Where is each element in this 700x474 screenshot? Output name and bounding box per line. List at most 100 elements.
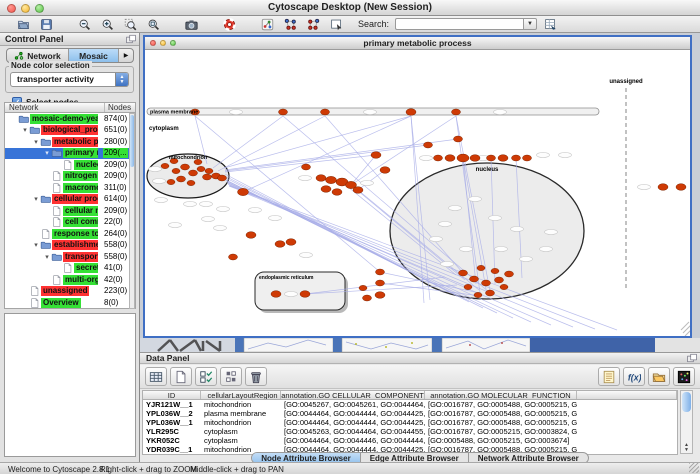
graph-node[interactable] xyxy=(246,232,256,239)
minimize-window-button[interactable] xyxy=(21,4,30,13)
table-scrollbar[interactable]: ▲▼ xyxy=(680,390,693,454)
tree-row[interactable]: ▾cellular process614(0) xyxy=(5,194,135,206)
graph-node[interactable] xyxy=(353,187,363,194)
graph-node[interactable] xyxy=(167,179,175,184)
graph-node[interactable] xyxy=(371,152,381,159)
graph-node[interactable] xyxy=(498,155,508,162)
graph-node[interactable] xyxy=(445,155,455,162)
tree-expander-icon[interactable]: ▾ xyxy=(43,149,51,157)
graph-node[interactable] xyxy=(500,284,508,289)
graph-node[interactable] xyxy=(454,136,463,142)
graph-node[interactable] xyxy=(523,155,532,161)
column-header[interactable]: _cellularLayoutRegion xyxy=(201,391,281,399)
tree-row[interactable]: multi-organism pro42(0) xyxy=(5,274,135,286)
graph-node[interactable] xyxy=(487,155,496,161)
graph-node[interactable] xyxy=(434,155,443,161)
graph-node[interactable] xyxy=(477,265,485,270)
table-row[interactable]: YKR052Ccytoplasm[GO:0044464, GO:0044446,… xyxy=(143,436,677,445)
attribute-notes-button[interactable] xyxy=(598,367,620,386)
graph-node[interactable] xyxy=(275,241,285,248)
unselect-attributes-button[interactable] xyxy=(220,367,242,386)
tree-scrollbar[interactable] xyxy=(129,113,135,309)
graph-node[interactable] xyxy=(470,155,480,162)
graph-node[interactable] xyxy=(658,184,668,191)
tree-row[interactable]: ▾establishment of loc558(0) xyxy=(5,240,135,252)
column-header[interactable]: annotation.GO MOLECULAR_FUNCTION xyxy=(425,391,577,399)
graph-node[interactable] xyxy=(203,174,212,180)
graph-node[interactable] xyxy=(363,295,372,301)
search-dropdown-button[interactable]: ▼ xyxy=(523,18,537,30)
zoom-in-button[interactable] xyxy=(98,17,117,32)
graph-node[interactable] xyxy=(229,254,238,260)
import-table-button[interactable] xyxy=(541,17,560,32)
graph-node[interactable] xyxy=(380,167,390,174)
table-row[interactable]: YJR121W__1mitochondrion[GO:0045267, GO:0… xyxy=(143,400,677,409)
graph-node[interactable] xyxy=(406,109,416,116)
open-session-button[interactable] xyxy=(14,17,33,32)
import-attributes-button[interactable] xyxy=(648,367,670,386)
inner-minimize-button[interactable] xyxy=(160,40,166,46)
graph-node[interactable] xyxy=(197,166,205,171)
layout-nodes-button[interactable] xyxy=(281,17,300,32)
network-view-titlebar[interactable]: primary metabolic process xyxy=(145,37,690,50)
graph-node[interactable] xyxy=(189,170,198,176)
graph-node[interactable] xyxy=(375,292,385,299)
float-panel-icon[interactable] xyxy=(126,34,136,44)
tree-row[interactable]: nucleobase-cont209(0) xyxy=(5,159,135,171)
birds-eye-view[interactable] xyxy=(4,313,136,457)
graph-node[interactable] xyxy=(376,280,385,286)
graph-node[interactable] xyxy=(321,109,330,115)
new-attribute-button[interactable] xyxy=(170,367,192,386)
graph-node[interactable] xyxy=(491,268,499,273)
table-row[interactable]: YPL036W__2plasma membrane[GO:0044464, GO… xyxy=(143,409,677,418)
attribute-table-button[interactable] xyxy=(145,367,167,386)
float-data-panel-icon[interactable] xyxy=(687,353,697,363)
snapshot-button[interactable] xyxy=(182,17,201,32)
graph-node[interactable] xyxy=(512,155,521,161)
table-row[interactable]: YPL036W__1mitochondrion[GO:0044464, GO:0… xyxy=(143,418,677,427)
graph-node[interactable] xyxy=(376,269,385,275)
tree-expander-icon[interactable]: ▾ xyxy=(21,126,29,134)
graph-node[interactable] xyxy=(172,168,180,173)
graph-node[interactable] xyxy=(459,270,468,276)
graph-node[interactable] xyxy=(482,280,491,286)
tree-row[interactable]: response to stimulu264(0) xyxy=(5,228,135,240)
graph-node[interactable] xyxy=(286,239,296,246)
tree-scrollbar-thumb[interactable] xyxy=(130,115,134,167)
column-header[interactable]: annotation.GO CELLULAR_COMPONENT xyxy=(281,391,425,399)
column-header[interactable]: ID xyxy=(143,391,201,399)
graph-node[interactable] xyxy=(359,285,367,290)
graph-node[interactable] xyxy=(279,109,288,115)
attribute-function-button[interactable]: f(x) xyxy=(623,367,645,386)
tree-row[interactable]: ▾primary metabolic proc209(... xyxy=(5,148,135,160)
tree-row[interactable]: macromolecule311(0) xyxy=(5,182,135,194)
select-attributes-button[interactable] xyxy=(195,367,217,386)
tree-expander-icon[interactable]: ▾ xyxy=(32,195,40,203)
search-input[interactable] xyxy=(395,18,523,30)
zoom-out-button[interactable] xyxy=(75,17,94,32)
zoom-window-button[interactable] xyxy=(35,4,44,13)
layout-edges-button[interactable] xyxy=(304,17,323,32)
graph-node[interactable] xyxy=(470,276,479,282)
graph-node[interactable] xyxy=(326,176,337,183)
resize-grip[interactable] xyxy=(689,463,699,473)
graph-node[interactable] xyxy=(177,176,186,182)
graph-node[interactable] xyxy=(181,164,190,170)
close-window-button[interactable] xyxy=(7,4,16,13)
help-button[interactable] xyxy=(220,17,239,32)
tree-row[interactable]: unassigned223(0) xyxy=(5,286,135,298)
zoom-fit-button[interactable] xyxy=(144,17,163,32)
graph-node[interactable] xyxy=(464,284,472,289)
tree-row[interactable]: cell communicati22(0) xyxy=(5,217,135,229)
graph-node[interactable] xyxy=(302,164,311,170)
graph-node[interactable] xyxy=(238,188,249,195)
tree-row[interactable]: Overview8(0) xyxy=(5,297,135,309)
graph-node[interactable] xyxy=(495,277,504,283)
network-overview-button[interactable] xyxy=(258,17,277,32)
tree-row[interactable]: secretion41(0) xyxy=(5,263,135,275)
delete-attribute-button[interactable] xyxy=(245,367,267,386)
graph-node[interactable] xyxy=(187,180,195,185)
inner-close-button[interactable] xyxy=(150,40,156,46)
tree-row[interactable]: nitrogen compou209(0) xyxy=(5,171,135,183)
tree-row[interactable]: ▾metabolic process280(0) xyxy=(5,136,135,148)
